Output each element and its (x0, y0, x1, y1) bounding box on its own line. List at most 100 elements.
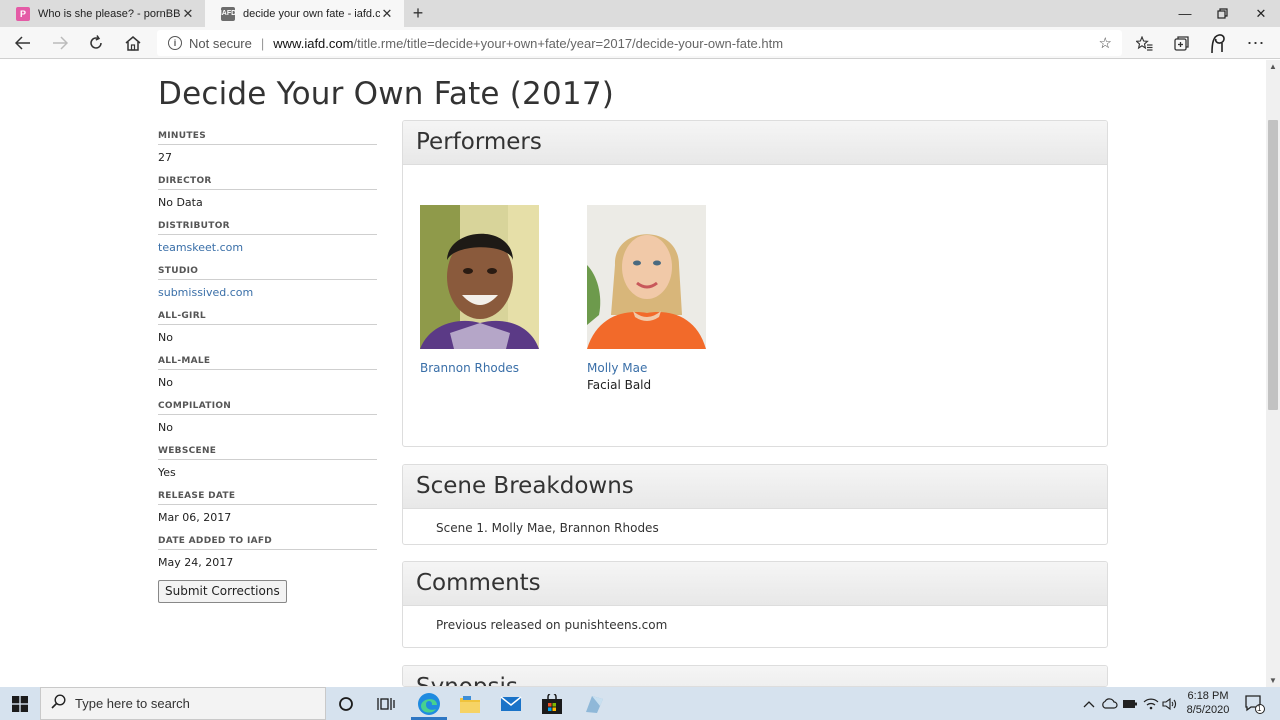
favorite-star-icon[interactable]: ☆ (1099, 34, 1112, 52)
home-icon[interactable] (120, 31, 146, 55)
url-path: /title.rme/title=decide+your+own+fate/ye… (353, 35, 784, 51)
restore-icon[interactable] (1204, 0, 1240, 27)
field-distributor: DISTRIBUTOR teamskeet.com (158, 221, 377, 266)
volume-icon[interactable] (1162, 687, 1178, 720)
pornbb-favicon-icon: P (16, 6, 30, 21)
cortana-icon[interactable] (333, 691, 359, 717)
mail-icon[interactable] (498, 691, 524, 717)
performer-tags: Facial Bald (587, 378, 652, 392)
performer-card: Brannon Rhodes (420, 205, 580, 375)
clock-date: 8/5/2020 (1186, 704, 1230, 716)
search-icon (51, 694, 66, 713)
field-value: May 24, 2017 (158, 556, 234, 569)
scene-breakdowns-panel: Scene Breakdowns Scene 1. Molly Mae, Bra… (402, 464, 1108, 545)
task-view-icon[interactable] (373, 691, 399, 717)
app-icon[interactable] (581, 691, 607, 717)
field-label: ALL-GIRL (158, 311, 377, 325)
collections-icon[interactable] (1168, 31, 1194, 55)
field-value: 27 (158, 151, 172, 164)
store-icon[interactable] (539, 691, 565, 717)
close-window-icon[interactable]: ✕ (1243, 0, 1279, 27)
search-placeholder: Type here to search (75, 696, 190, 711)
scroll-down-icon[interactable]: ▼ (1269, 676, 1277, 685)
field-date-added: DATE ADDED TO IAFD May 24, 2017 (158, 536, 377, 581)
comment-text: Previous released on punishteens.com (436, 618, 668, 632)
field-label: MINUTES (158, 131, 377, 145)
performer-name-link[interactable]: Brannon Rhodes (420, 361, 580, 375)
network-icon[interactable] (1143, 687, 1159, 720)
performer-name-link[interactable]: Molly Mae (587, 361, 747, 375)
battery-icon[interactable] (1122, 687, 1138, 720)
file-explorer-icon[interactable] (457, 691, 483, 717)
field-value: No (158, 421, 173, 434)
field-director: DIRECTOR No Data (158, 176, 377, 221)
scene-breakdown-text: Scene 1. Molly Mae, Brannon Rhodes (436, 521, 659, 535)
field-label: COMPILATION (158, 401, 377, 415)
synopsis-panel: Synopsis (402, 665, 1108, 687)
edge-browser-icon[interactable] (416, 691, 442, 717)
field-all-girl: ALL-GIRL No (158, 311, 377, 356)
clock-time: 6:18 PM (1187, 690, 1229, 702)
notification-count: 1 (1257, 704, 1262, 713)
title-details-sidebar: MINUTES 27 DIRECTOR No Data DISTRIBUTOR … (158, 131, 377, 603)
field-label: DIRECTOR (158, 176, 377, 190)
field-label: DISTRIBUTOR (158, 221, 377, 235)
tab-title: Who is she please? - pornBB (38, 7, 181, 20)
url-domain: www.iafd.com (273, 35, 354, 51)
field-minutes: MINUTES 27 (158, 131, 377, 176)
scroll-up-icon[interactable]: ▲ (1269, 62, 1277, 71)
field-label: RELEASE DATE (158, 491, 377, 505)
page-scrollbar[interactable]: ▲ ▼ (1266, 60, 1280, 687)
taskbar-search-box[interactable]: Type here to search (40, 687, 326, 720)
forward-icon[interactable] (47, 31, 73, 55)
show-hidden-icons[interactable] (1083, 687, 1095, 720)
windows-start-icon[interactable] (0, 687, 40, 720)
new-tab-icon[interactable]: + (408, 3, 428, 23)
notifications-icon[interactable]: 1 (1244, 687, 1266, 720)
onedrive-icon[interactable] (1101, 687, 1118, 720)
performers-heading: Performers (403, 121, 1107, 165)
favorites-list-icon[interactable] (1131, 31, 1157, 55)
refresh-icon[interactable] (83, 31, 109, 55)
scene-breakdowns-heading: Scene Breakdowns (403, 465, 1107, 509)
distributor-link[interactable]: teamskeet.com (158, 235, 377, 266)
taskbar-clock[interactable]: 6:18 PM 8/5/2020 (1180, 689, 1236, 717)
performer-photo[interactable] (420, 205, 539, 349)
field-value: No (158, 376, 173, 389)
field-value: Mar 06, 2017 (158, 511, 232, 524)
address-separator: | (260, 35, 265, 51)
scrollbar-thumb[interactable] (1268, 120, 1278, 410)
windows-taskbar: Type here to search 6:18 PM 8/5/2020 1 (0, 687, 1280, 720)
tab-pornbb[interactable]: P Who is she please? - pornBB ✕ (0, 0, 205, 27)
profile-icon[interactable] (1205, 31, 1231, 55)
more-options-icon[interactable]: ⋯ (1243, 31, 1269, 55)
close-tab-icon[interactable]: ✕ (181, 6, 195, 22)
comments-heading: Comments (403, 562, 1107, 606)
studio-link[interactable]: submissived.com (158, 280, 377, 311)
security-status: Not secure (189, 35, 252, 51)
field-release-date: RELEASE DATE Mar 06, 2017 (158, 491, 377, 536)
back-icon[interactable] (10, 31, 36, 55)
performer-card: Molly Mae Facial Bald (587, 205, 747, 392)
comments-panel: Comments Previous released on punishteen… (402, 561, 1108, 648)
navigation-bar: i Not secure | www.iafd.com/title.rme/ti… (0, 27, 1280, 59)
field-label: DATE ADDED TO IAFD (158, 536, 377, 550)
performer-photo[interactable] (587, 205, 706, 349)
field-label: WEBSCENE (158, 446, 377, 460)
address-bar[interactable]: i Not secure | www.iafd.com/title.rme/ti… (157, 30, 1122, 56)
info-icon[interactable]: i (168, 36, 182, 50)
field-value: No Data (158, 196, 203, 209)
page-title: Decide Your Own Fate (2017) (158, 76, 615, 112)
synopsis-heading: Synopsis (403, 666, 1107, 686)
field-all-male: ALL-MALE No (158, 356, 377, 401)
tab-iafd[interactable]: IAFD decide your own fate - iafd.com ✕ (205, 0, 404, 27)
minimize-icon[interactable]: — (1167, 0, 1203, 27)
submit-corrections-button[interactable]: Submit Corrections (158, 580, 287, 603)
field-label: STUDIO (158, 266, 377, 280)
tab-title: decide your own fate - iafd.com (243, 7, 380, 20)
iafd-favicon-icon: IAFD (220, 6, 236, 21)
field-webscene: WEBSCENE Yes (158, 446, 377, 491)
close-tab-icon[interactable]: ✕ (380, 6, 394, 22)
field-compilation: COMPILATION No (158, 401, 377, 446)
field-value: No (158, 331, 173, 344)
